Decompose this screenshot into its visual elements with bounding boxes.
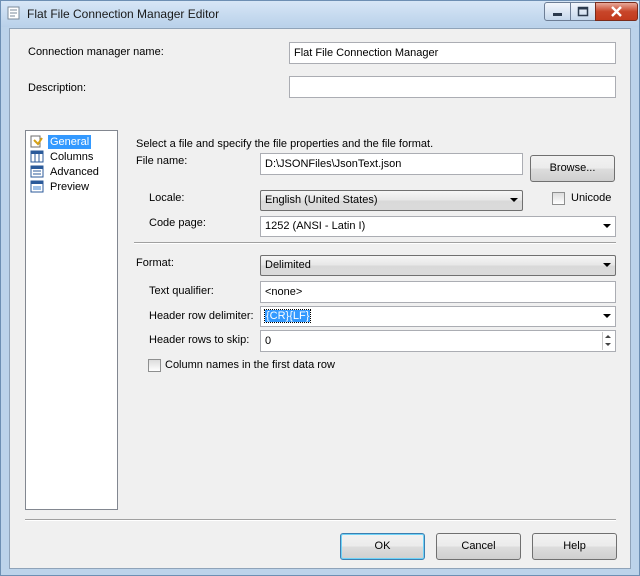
preview-icon xyxy=(30,180,44,193)
unicode-label: Unicode xyxy=(571,192,612,204)
locale-value: English (United States) xyxy=(265,194,378,206)
cancel-button[interactable]: Cancel xyxy=(436,533,521,560)
header-rows-to-skip-label: Header rows to skip: xyxy=(149,334,250,346)
text-qualifier-input[interactable]: <none> xyxy=(260,281,616,303)
format-dropdown[interactable]: Delimited xyxy=(260,255,616,276)
minimize-button[interactable] xyxy=(544,2,571,21)
close-button[interactable] xyxy=(595,2,638,21)
chevron-down-icon xyxy=(510,198,518,202)
code-page-dropdown[interactable]: 1252 (ANSI - Latin I) xyxy=(260,216,616,237)
header-row-delimiter-label: Header row delimiter: xyxy=(149,310,254,322)
column-names-label: Column names in the first data row xyxy=(165,359,335,371)
file-name-label: File name: xyxy=(136,155,188,167)
spin-up-icon xyxy=(605,335,611,338)
help-button[interactable]: Help xyxy=(532,533,617,560)
minimize-icon xyxy=(553,13,562,16)
title-bar[interactable]: Flat File Connection Manager Editor xyxy=(1,1,639,27)
page-navigation-list: General Columns Advanced Preview xyxy=(25,130,118,510)
footer-divider xyxy=(25,519,616,521)
chevron-down-icon xyxy=(603,263,611,267)
header-row-delimiter-dropdown[interactable]: {CR}{LF} xyxy=(260,306,616,327)
maximize-button[interactable] xyxy=(570,2,596,21)
format-value: Delimited xyxy=(265,259,311,271)
dialog-body: Connection manager name: Flat File Conne… xyxy=(9,28,631,569)
file-name-input[interactable]: D:\JSONFiles\JsonText.json xyxy=(260,153,523,175)
columns-icon xyxy=(30,150,44,163)
locale-dropdown[interactable]: English (United States) xyxy=(260,190,523,211)
text-qualifier-label: Text qualifier: xyxy=(149,285,214,297)
code-page-label: Code page: xyxy=(149,217,206,229)
ok-button[interactable]: OK xyxy=(340,533,425,560)
dialog-window: Flat File Connection Manager Editor Conn… xyxy=(0,0,640,576)
section-divider xyxy=(134,242,616,244)
locale-label: Locale: xyxy=(149,192,185,204)
connection-manager-icon xyxy=(7,6,20,20)
connection-manager-name-label: Connection manager name: xyxy=(28,46,164,58)
spin-down-button[interactable] xyxy=(602,341,614,350)
header-rows-to-skip-stepper[interactable]: 0 xyxy=(260,330,616,352)
browse-button[interactable]: Browse... xyxy=(530,155,615,182)
spin-down-icon xyxy=(605,343,611,346)
code-page-value: 1252 (ANSI - Latin I) xyxy=(265,220,366,232)
general-icon xyxy=(30,135,43,148)
header-row-delimiter-value: {CR}{LF} xyxy=(263,309,312,323)
advanced-icon xyxy=(30,165,44,178)
close-icon xyxy=(611,6,622,17)
spin-up-button[interactable] xyxy=(602,332,614,341)
column-names-checkbox[interactable] xyxy=(148,359,161,372)
format-label: Format: xyxy=(136,257,174,269)
description-label: Description: xyxy=(28,82,87,94)
unicode-checkbox[interactable] xyxy=(552,192,565,205)
connection-manager-name-input[interactable]: Flat File Connection Manager xyxy=(289,42,616,64)
window-title: Flat File Connection Manager Editor xyxy=(27,7,220,21)
chevron-down-icon xyxy=(603,224,611,228)
header-rows-to-skip-value: 0 xyxy=(265,335,272,347)
maximize-icon xyxy=(577,6,589,17)
instruction-text: Select a file and specify the file prope… xyxy=(136,138,434,150)
chevron-down-icon xyxy=(603,314,611,318)
description-input[interactable] xyxy=(289,76,616,98)
